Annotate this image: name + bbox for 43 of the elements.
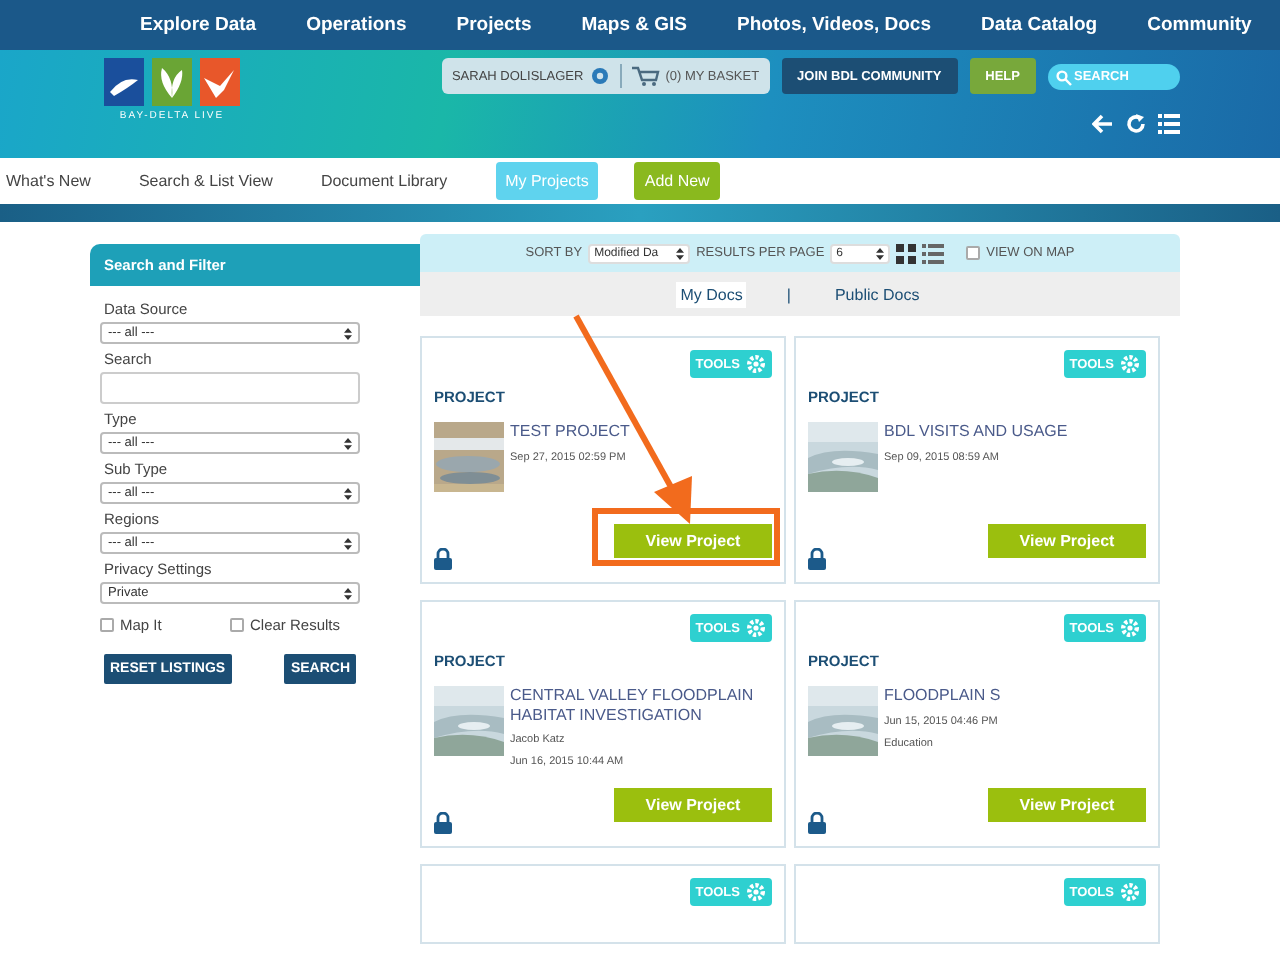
nav-link[interactable]: Projects <box>456 14 532 36</box>
gear-icon <box>1120 354 1140 374</box>
dropdown-arrows-icon <box>676 247 685 259</box>
cart-icon[interactable] <box>631 66 660 86</box>
gear-icon <box>1120 618 1140 638</box>
checkbox[interactable] <box>229 618 244 632</box>
nav-link[interactable]: Data Catalog <box>981 14 1098 36</box>
dropdown-arrows-icon <box>344 587 352 599</box>
gear-icon <box>746 882 766 902</box>
search-icon <box>1056 69 1072 85</box>
project-title[interactable]: TEST PROJECT <box>510 422 630 442</box>
list-icon[interactable] <box>1158 114 1180 134</box>
logo-icon <box>104 58 240 106</box>
project-title[interactable]: BDL VISITS AND USAGE <box>884 422 1068 442</box>
dropdown-arrows-icon <box>344 537 352 549</box>
nav-link[interactable]: Maps & GIS <box>581 14 688 36</box>
input-field[interactable] <box>100 372 360 404</box>
list-view-icon[interactable] <box>922 243 945 263</box>
checkbox[interactable] <box>966 246 981 260</box>
separator: | <box>786 285 791 303</box>
nav-link[interactable]: Photos, Videos, Docs <box>737 14 931 36</box>
nav-link[interactable]: Explore Data <box>140 14 257 36</box>
gear-icon <box>1120 882 1140 902</box>
nav-link[interactable]: Operations <box>306 14 407 36</box>
gear-icon <box>746 618 766 638</box>
nav-link[interactable]: What's New <box>6 172 91 190</box>
checkbox[interactable] <box>100 618 114 632</box>
nav-link[interactable]: Search & List View <box>138 172 273 190</box>
tab[interactable]: My Docs <box>676 281 747 307</box>
settings-icon[interactable] <box>589 66 610 86</box>
grid-view-icon[interactable] <box>896 243 917 263</box>
dropdown-arrows-icon <box>344 437 352 449</box>
project-title[interactable]: CENTRAL VALLEY FLOODPLAIN HABITAT INVESTIGATION <box>510 686 772 725</box>
nav-link[interactable]: Community <box>1147 14 1252 36</box>
dropdown-arrows-icon <box>344 487 352 499</box>
tab[interactable]: Public Docs <box>830 281 924 307</box>
dropdown-arrows-icon <box>876 247 885 259</box>
refresh-icon[interactable] <box>1126 114 1146 134</box>
project-title[interactable]: FLOODPLAIN S <box>884 686 1001 706</box>
nav-link[interactable]: Document Library <box>320 172 448 190</box>
dropdown-arrows-icon <box>344 327 352 339</box>
gear-icon <box>746 354 766 374</box>
back-arrow-icon[interactable] <box>1092 114 1114 134</box>
